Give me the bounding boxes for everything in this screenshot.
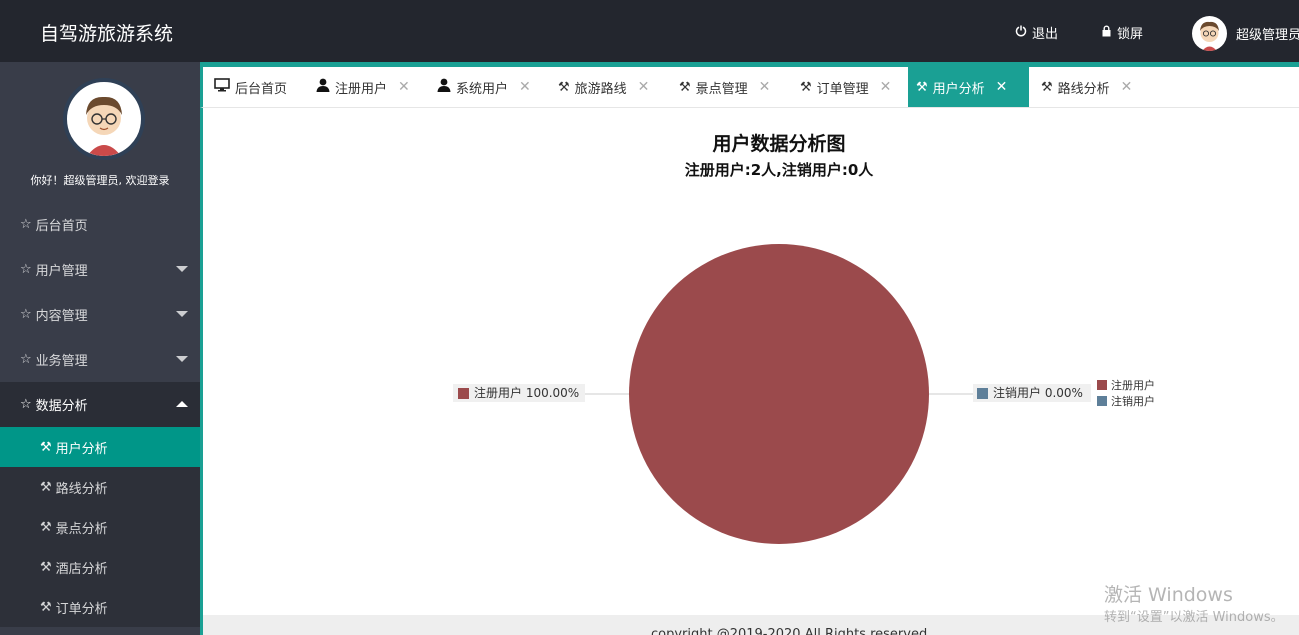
close-icon[interactable]: ✕ xyxy=(759,79,771,95)
close-icon[interactable]: ✕ xyxy=(638,79,650,95)
chart-legend: 注册用户注销用户 xyxy=(1097,378,1155,408)
tab-label: 景点管理 xyxy=(695,81,748,97)
tools-icon: ⚒ xyxy=(1041,79,1053,95)
sidebar-subitem-label: 酒店分析 xyxy=(55,561,108,577)
tab-registered-users[interactable]: 注册用户 ✕ xyxy=(308,67,418,107)
tab-scenic-management[interactable]: ⚒ 景点管理 ✕ xyxy=(671,67,778,107)
sidebar-item-data-analysis[interactable]: ☆ 数据分析 xyxy=(0,382,200,427)
logout-button[interactable]: 退出 xyxy=(1015,23,1058,42)
sidebar-item-label: 用户管理 xyxy=(35,264,88,279)
sidebar-item-content-management[interactable]: ☆ 内容管理 xyxy=(0,292,200,337)
lock-icon xyxy=(1101,25,1112,41)
chevron-down-icon xyxy=(176,356,188,362)
sidebar-subitem-label: 景点分析 xyxy=(55,521,108,537)
pie-slices xyxy=(629,244,929,544)
monitor-icon xyxy=(214,78,230,96)
legend-swatch-0[interactable] xyxy=(1097,380,1107,390)
user-icon xyxy=(437,78,451,96)
tab-bar: 后台首页 注册用户 ✕ 系统用户 ✕ ⚒ 旅游路线 ✕ ⚒ 景点管理 ✕ ⚒ 订… xyxy=(200,62,1299,108)
pie-slice-0[interactable] xyxy=(629,244,929,544)
header-avatar[interactable] xyxy=(1192,16,1227,51)
power-icon xyxy=(1015,25,1027,41)
sidebar-item-label: 内容管理 xyxy=(35,309,88,324)
tools-icon: ⚒ xyxy=(40,479,52,495)
chevron-up-icon xyxy=(176,401,188,407)
tools-icon: ⚒ xyxy=(679,79,691,95)
star-outline-icon: ☆ xyxy=(20,307,32,322)
sidebar-item-user-management[interactable]: ☆ 用户管理 xyxy=(0,247,200,292)
tab-user-analysis[interactable]: ⚒ 用户分析 ✕ xyxy=(908,67,1029,107)
data-label-1: 注销用户 0.00% xyxy=(993,385,1083,400)
sidebar-subitem-route-analysis[interactable]: ⚒ 路线分析 xyxy=(0,467,200,507)
app-title: 自驾游旅游系统 xyxy=(40,23,174,45)
pie-chart: 用户数据分析图 注册用户:2人,注销用户:0人 注册用户 100.00% 注销用户… xyxy=(453,132,1155,544)
activation-watermark-subtitle: 转到“设置”以激活 Windows。 xyxy=(1104,610,1284,625)
star-outline-icon: ☆ xyxy=(20,352,32,367)
star-outline-icon: ☆ xyxy=(20,262,32,277)
sidebar-item-home[interactable]: ☆ 后台首页 xyxy=(0,202,200,247)
tab-label: 订单管理 xyxy=(816,81,869,97)
tab-label: 后台首页 xyxy=(235,81,288,97)
tools-icon: ⚒ xyxy=(40,439,52,455)
tab-label: 用户分析 xyxy=(932,81,985,97)
tab-label: 系统用户 xyxy=(456,81,509,97)
legend-label-1[interactable]: 注销用户 xyxy=(1111,394,1155,408)
sidebar-subitem-hotel-analysis[interactable]: ⚒ 酒店分析 xyxy=(0,547,200,587)
close-icon[interactable]: ✕ xyxy=(398,79,410,95)
legend-swatch-1[interactable] xyxy=(1097,396,1107,406)
tab-route-analysis[interactable]: ⚒ 路线分析 ✕ xyxy=(1033,67,1140,107)
chevron-down-icon xyxy=(176,311,188,317)
legend-label-0[interactable]: 注册用户 xyxy=(1111,378,1155,392)
sidebar-item-label: 后台首页 xyxy=(35,219,88,234)
close-icon[interactable]: ✕ xyxy=(1121,79,1133,95)
top-header: 自驾游旅游系统 退出 锁屏 超级管理员 xyxy=(0,0,1299,62)
activation-watermark-title: 激活 Windows xyxy=(1104,584,1233,606)
star-outline-icon: ☆ xyxy=(20,217,32,232)
close-icon[interactable]: ✕ xyxy=(519,79,531,95)
sidebar-item-business-management[interactable]: ☆ 业务管理 xyxy=(0,337,200,382)
sidebar-subitem-label: 用户分析 xyxy=(55,441,108,457)
main-content: 用户数据分析图 注册用户:2人,注销用户:0人 注册用户 100.00% 注销用户… xyxy=(200,108,1299,615)
sidebar-subitem-scenic-analysis[interactable]: ⚒ 景点分析 xyxy=(0,507,200,547)
sidebar-subitem-label: 路线分析 xyxy=(55,481,108,497)
tab-label: 路线分析 xyxy=(1057,81,1110,97)
logout-label: 退出 xyxy=(1032,27,1059,42)
lock-screen-button[interactable]: 锁屏 xyxy=(1101,23,1143,42)
copyright-text: copyright @2019-2020 All Rights reserved xyxy=(651,627,928,635)
tab-order-management[interactable]: ⚒ 订单管理 ✕ xyxy=(792,67,899,107)
tools-icon: ⚒ xyxy=(800,79,812,95)
lock-label: 锁屏 xyxy=(1117,27,1144,42)
tools-icon: ⚒ xyxy=(40,559,52,575)
chart-title: 用户数据分析图 xyxy=(712,132,845,155)
sidebar-item-label: 业务管理 xyxy=(35,354,88,369)
tab-system-users[interactable]: 系统用户 ✕ xyxy=(429,67,539,107)
sidebar-subitem-label: 订单分析 xyxy=(55,601,108,617)
data-label-swatch-1 xyxy=(977,388,988,399)
tab-travel-routes[interactable]: ⚒ 旅游路线 ✕ xyxy=(550,67,657,107)
close-icon[interactable]: ✕ xyxy=(996,79,1008,95)
sidebar-item-label: 数据分析 xyxy=(35,399,88,414)
data-label-swatch-0 xyxy=(458,388,469,399)
welcome-text: 你好！超级管理员, 欢迎登录 xyxy=(30,174,170,187)
data-label-0: 注册用户 100.00% xyxy=(474,385,579,400)
tools-icon: ⚒ xyxy=(40,519,52,535)
tab-home[interactable]: 后台首页 xyxy=(206,67,295,107)
star-outline-icon: ☆ xyxy=(20,397,32,412)
tab-label: 旅游路线 xyxy=(574,81,627,97)
tools-icon: ⚒ xyxy=(916,79,928,95)
tools-icon: ⚒ xyxy=(558,79,570,95)
tab-label: 注册用户 xyxy=(335,81,388,97)
user-icon xyxy=(316,78,330,96)
sidebar-avatar xyxy=(63,78,145,160)
sidebar-subitem-user-analysis[interactable]: ⚒ 用户分析 xyxy=(0,427,200,467)
close-icon[interactable]: ✕ xyxy=(880,79,892,95)
user-name[interactable]: 超级管理员 xyxy=(1236,24,1299,43)
chevron-down-icon xyxy=(176,266,188,272)
chart-subtitle: 注册用户:2人,注销用户:0人 xyxy=(685,161,875,179)
sidebar-subitem-order-analysis[interactable]: ⚒ 订单分析 xyxy=(0,587,200,627)
tools-icon: ⚒ xyxy=(40,599,52,615)
sidebar: 你好！超级管理员, 欢迎登录 ☆ 后台首页 ☆ 用户管理 ☆ 内容管理 ☆ 业务… xyxy=(0,62,200,635)
